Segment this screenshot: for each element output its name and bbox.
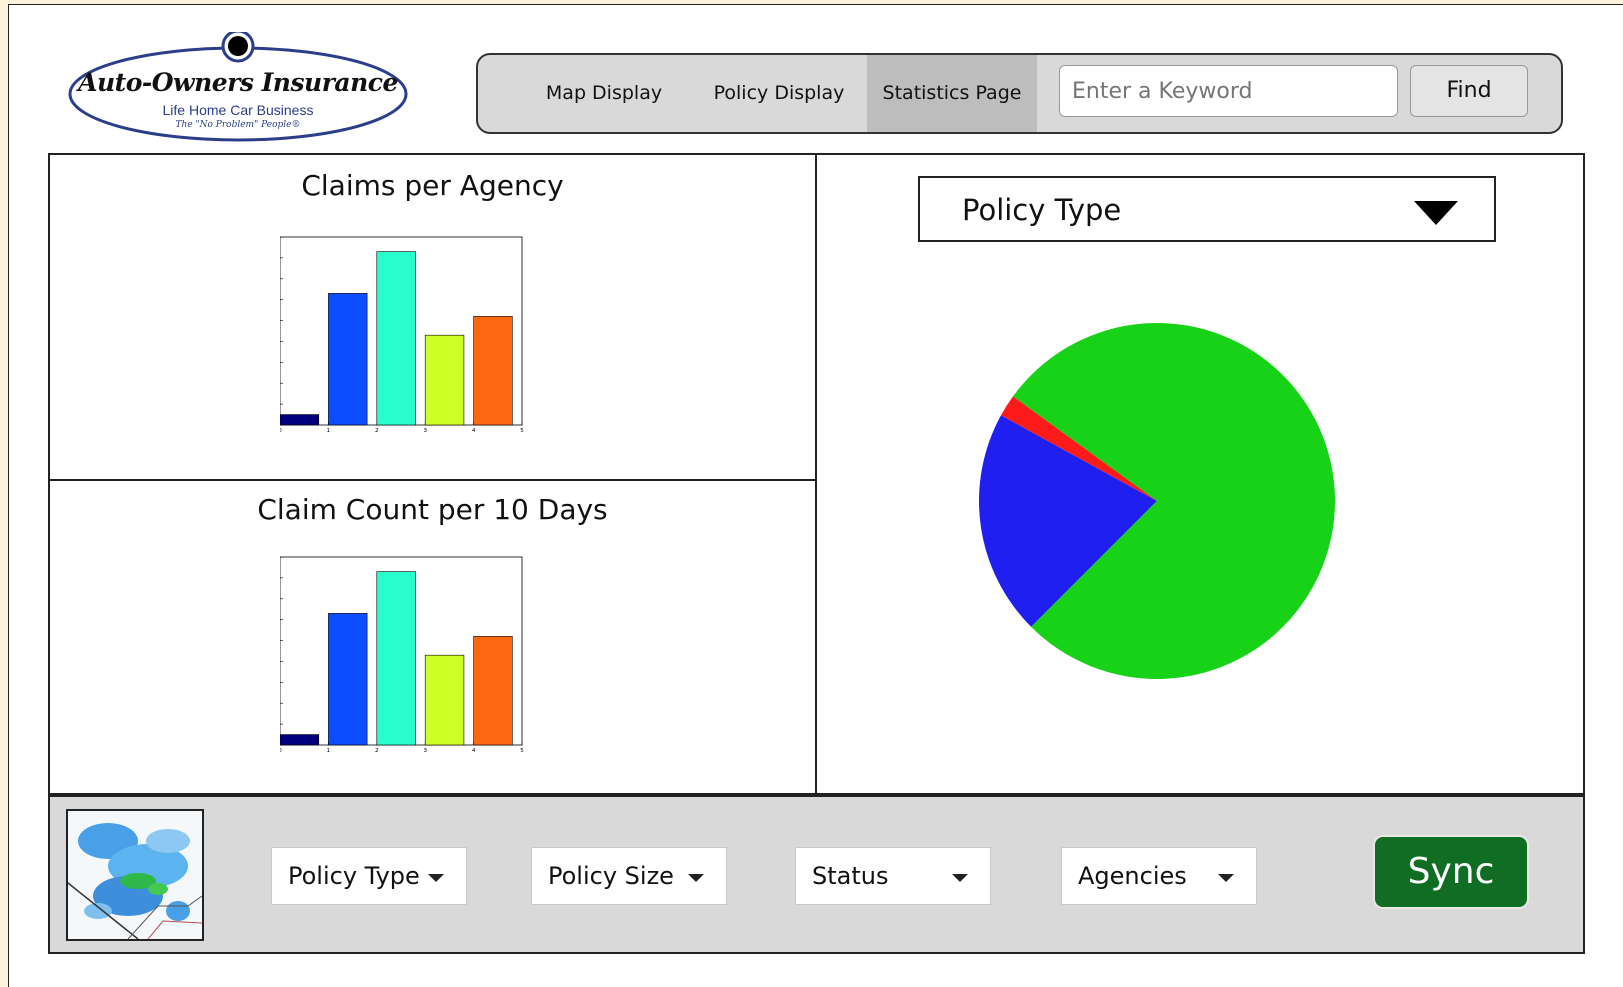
logo-title: Auto-Owners Insurance: [78, 68, 398, 97]
search-input[interactable]: [1059, 65, 1398, 117]
nav-statistics-page[interactable]: Statistics Page: [867, 55, 1037, 132]
x-tick-label: 3: [423, 428, 427, 434]
x-tick-label: 1: [327, 428, 331, 434]
x-tick-label: 0: [280, 748, 282, 754]
policy-type-dropdown[interactable]: Policy Type: [918, 176, 1496, 242]
x-tick-label: 5: [520, 428, 524, 434]
bar-0: [280, 734, 320, 746]
chevron-down-icon: [952, 874, 968, 882]
nav-policy-display[interactable]: Policy Display: [700, 55, 858, 132]
bar-1: [328, 293, 368, 426]
x-tick-label: 0: [280, 428, 282, 434]
policy-size-filter-label: Policy Size: [548, 862, 674, 890]
logo-subtitle: Life Home Car Business: [162, 102, 314, 118]
caret-down-icon: [1414, 201, 1458, 225]
bar-4: [473, 636, 513, 746]
bar-3: [424, 334, 465, 426]
x-tick-label: 4: [472, 428, 476, 434]
agencies-filter[interactable]: Agencies: [1061, 847, 1257, 905]
x-tick-label: 4: [472, 748, 476, 754]
company-logo: Auto-Owners Insurance Life Home Car Busi…: [66, 32, 410, 144]
claims-per-agency-panel: Claims per Agency 0.00.10.20.30.40.50.60…: [48, 153, 817, 481]
policy-type-panel: Policy Type: [815, 153, 1585, 795]
chevron-down-icon: [1218, 874, 1234, 882]
policy-size-filter[interactable]: Policy Size: [531, 847, 727, 905]
claims-per-agency-chart: 0.00.10.20.30.40.50.60.70.80.9012345: [280, 236, 524, 434]
chevron-down-icon: [428, 874, 444, 882]
x-tick-label: 1: [327, 748, 331, 754]
find-button[interactable]: Find: [1410, 65, 1528, 117]
status-filter-label: Status: [812, 862, 889, 890]
top-nav-bar: Map Display Policy Display Statistics Pa…: [476, 53, 1563, 134]
x-tick-label: 3: [423, 748, 427, 754]
x-tick-label: 5: [520, 748, 524, 754]
bar-2: [376, 571, 416, 746]
nav-map-display[interactable]: Map Display: [534, 55, 674, 132]
sync-button[interactable]: Sync: [1373, 835, 1529, 909]
policy-type-dropdown-label: Policy Type: [962, 193, 1122, 227]
bar-1: [328, 613, 368, 746]
claims-per-agency-title: Claims per Agency: [301, 169, 564, 202]
bar-0: [280, 414, 320, 426]
bar-3: [424, 654, 465, 746]
policy-type-filter[interactable]: Policy Type: [271, 847, 467, 905]
x-tick-label: 2: [375, 748, 379, 754]
map-thumbnail-image: [68, 811, 202, 939]
claim-count-panel: Claim Count per 10 Days 0.00.10.20.30.40…: [48, 479, 817, 795]
chevron-down-icon: [688, 874, 704, 882]
map-thumbnail[interactable]: [66, 809, 204, 941]
policy-type-filter-label: Policy Type: [288, 862, 420, 890]
bar-2: [376, 251, 416, 426]
claim-count-title: Claim Count per 10 Days: [257, 493, 608, 526]
x-tick-label: 2: [375, 428, 379, 434]
claim-count-chart: 0.00.10.20.30.40.50.60.70.80.9012345: [280, 556, 524, 754]
agencies-filter-label: Agencies: [1078, 862, 1187, 890]
bar-4: [473, 316, 513, 426]
policy-type-pie-chart: [979, 323, 1335, 680]
filter-bar: Policy Type Policy Size Status Agencies …: [48, 795, 1585, 954]
logo-tagline: The "No Problem" People®: [175, 120, 301, 130]
status-filter[interactable]: Status: [795, 847, 991, 905]
